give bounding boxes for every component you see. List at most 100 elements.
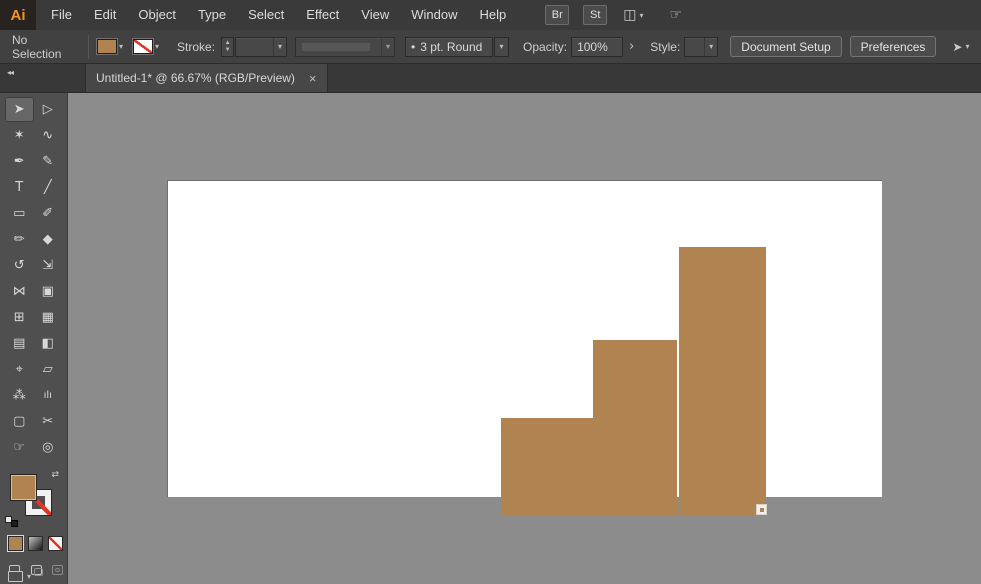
opacity-value: 100% [577,39,608,54]
screen-mode-control[interactable]: ▾ [8,571,31,582]
menu-file[interactable]: File [40,0,83,30]
artwork-rect-3[interactable] [501,418,593,515]
gradient-tool[interactable]: ◧ [34,331,63,356]
fill-indicator[interactable] [10,474,37,501]
menu-type[interactable]: Type [187,0,237,30]
brush-value: 3 pt. Round [420,39,483,54]
artwork-rect-1[interactable] [679,247,766,515]
touch-workspace-control[interactable]: ☞ [669,7,682,23]
curvature-tool[interactable]: ✎ [34,149,63,174]
shape-builder-tool[interactable]: ⊞ [5,305,34,330]
magic-wand-tool[interactable]: ✶ [5,123,34,148]
type-tool[interactable]: T [5,175,34,200]
menu-effect[interactable]: Effect [295,0,350,30]
pen-tool[interactable]: ✒ [5,149,34,174]
width-tool-icon: ⋈ [12,284,26,299]
select-similar-icon: ➤ [952,39,963,54]
menu-view[interactable]: View [350,0,400,30]
corner-widget-dot [759,507,764,512]
canvas-area [68,93,981,584]
arrange-documents-control[interactable]: ◫ ▾ [623,7,643,23]
type-tool-icon: T [15,180,24,195]
shape-builder-tool-icon: ⊞ [13,310,25,325]
color-mode-row [8,536,67,551]
eraser-tool[interactable]: ◆ [34,227,63,252]
draw-behind-back-icon [33,568,43,576]
stepper-up-icon[interactable]: ▲ [225,40,231,47]
opacity-panel-launcher-icon[interactable]: › [626,39,637,54]
swap-fill-stroke-icon[interactable]: ⇄ [51,470,59,480]
corner-widget[interactable] [756,504,767,515]
stroke-color-swatch[interactable] [133,39,154,54]
chevron-down-icon: ▾ [639,10,644,20]
chevron-down-icon: ▾ [155,42,160,51]
control-bar: No Selection ▾ ▾ Stroke: ▲ ▼ ▾ ▾ • 3 pt.… [0,30,981,64]
pencil-tool[interactable]: ✏ [5,227,34,252]
rectangle-tool[interactable]: ▭ [5,201,34,226]
chevron-down-icon: ▾ [499,42,504,51]
stepper-down-icon[interactable]: ▼ [225,47,231,54]
stroke-width-stepper[interactable]: ▲ ▼ [221,36,235,57]
brush-dropdown-button[interactable]: ▾ [494,36,510,57]
rotate-tool[interactable]: ↺ [5,253,34,278]
paintbrush-tool[interactable]: ✐ [34,201,63,226]
style-dropdown[interactable]: ▾ [684,36,719,57]
color-button[interactable] [8,536,23,551]
width-tool[interactable]: ⋈ [5,279,34,304]
mesh-tool[interactable]: ▤ [5,331,34,356]
menu-edit[interactable]: Edit [83,0,127,30]
select-similar-control[interactable]: ➤ ▾ [952,40,969,54]
arrange-documents-icon: ◫ [623,7,637,23]
hand-tool[interactable]: ☞ [5,435,34,460]
artboard-tool[interactable]: ▢ [5,409,34,434]
line-segment-tool[interactable]: ╱ [34,175,63,200]
scale-tool[interactable]: ⇲ [34,253,63,278]
chevron-down-icon: ▾ [381,37,394,56]
close-tab-icon[interactable]: × [309,71,317,86]
zoom-tool[interactable]: ◎ [34,435,63,460]
chevron-down-icon: ▾ [27,572,32,581]
document-tab[interactable]: Untitled-1* @ 66.67% (RGB/Preview) × [85,64,328,92]
width-profile-dropdown[interactable]: ▾ [295,36,396,57]
lasso-tool-icon: ∿ [42,128,54,143]
panel-collapse-control[interactable]: ◂◂ [0,64,68,92]
eyedropper-tool[interactable]: ⌖ [5,357,34,382]
opacity-label[interactable]: Opacity: [523,40,567,54]
perspective-grid-tool[interactable]: ▦ [34,305,63,330]
slice-tool-icon: ✂ [42,414,54,429]
stroke-label[interactable]: Stroke: [177,40,215,54]
lasso-tool[interactable]: ∿ [34,123,63,148]
stroke-width-dropdown[interactable]: ▾ [235,36,288,57]
slice-tool[interactable]: ✂ [34,409,63,434]
selection-tool[interactable]: ➤ [5,97,34,122]
fill-color-control[interactable]: ▾ [97,39,123,54]
document-setup-label: Document Setup [741,39,831,54]
collapse-panel-icon: ◂◂ [7,68,14,77]
document-setup-button[interactable]: Document Setup [730,36,842,57]
stroke-color-control[interactable]: ▾ [133,39,159,54]
column-graph-tool[interactable]: ılı [34,383,63,408]
blend-tool[interactable]: ▱ [34,357,63,382]
symbol-sprayer-tool[interactable]: ⁂ [5,383,34,408]
fill-color-swatch[interactable] [97,39,117,54]
preferences-button[interactable]: Preferences [849,36,937,57]
chevron-down-icon: ▾ [119,42,124,51]
brush-definition-dropdown[interactable]: • 3 pt. Round [405,36,494,57]
document-tab-title: Untitled-1* @ 66.67% (RGB/Preview) [96,71,295,85]
artboard-tool-icon: ▢ [13,414,26,429]
pen-tool-icon: ✒ [13,154,25,169]
direct-selection-tool[interactable]: ▷ [34,97,63,122]
menu-help[interactable]: Help [468,0,517,30]
default-fill-stroke-icon[interactable] [5,516,18,527]
menu-object[interactable]: Object [127,0,187,30]
stock-button[interactable]: St [583,5,608,25]
menu-select[interactable]: Select [237,0,295,30]
opacity-field[interactable]: 100% [571,36,624,57]
artwork-rect-2[interactable] [593,340,677,515]
bridge-button[interactable]: Br [545,5,570,25]
free-transform-tool[interactable]: ▣ [34,279,63,304]
gradient-button[interactable] [28,536,43,551]
menu-window[interactable]: Window [400,0,468,30]
draw-inside-button[interactable] [49,563,67,578]
none-button[interactable] [48,536,63,551]
